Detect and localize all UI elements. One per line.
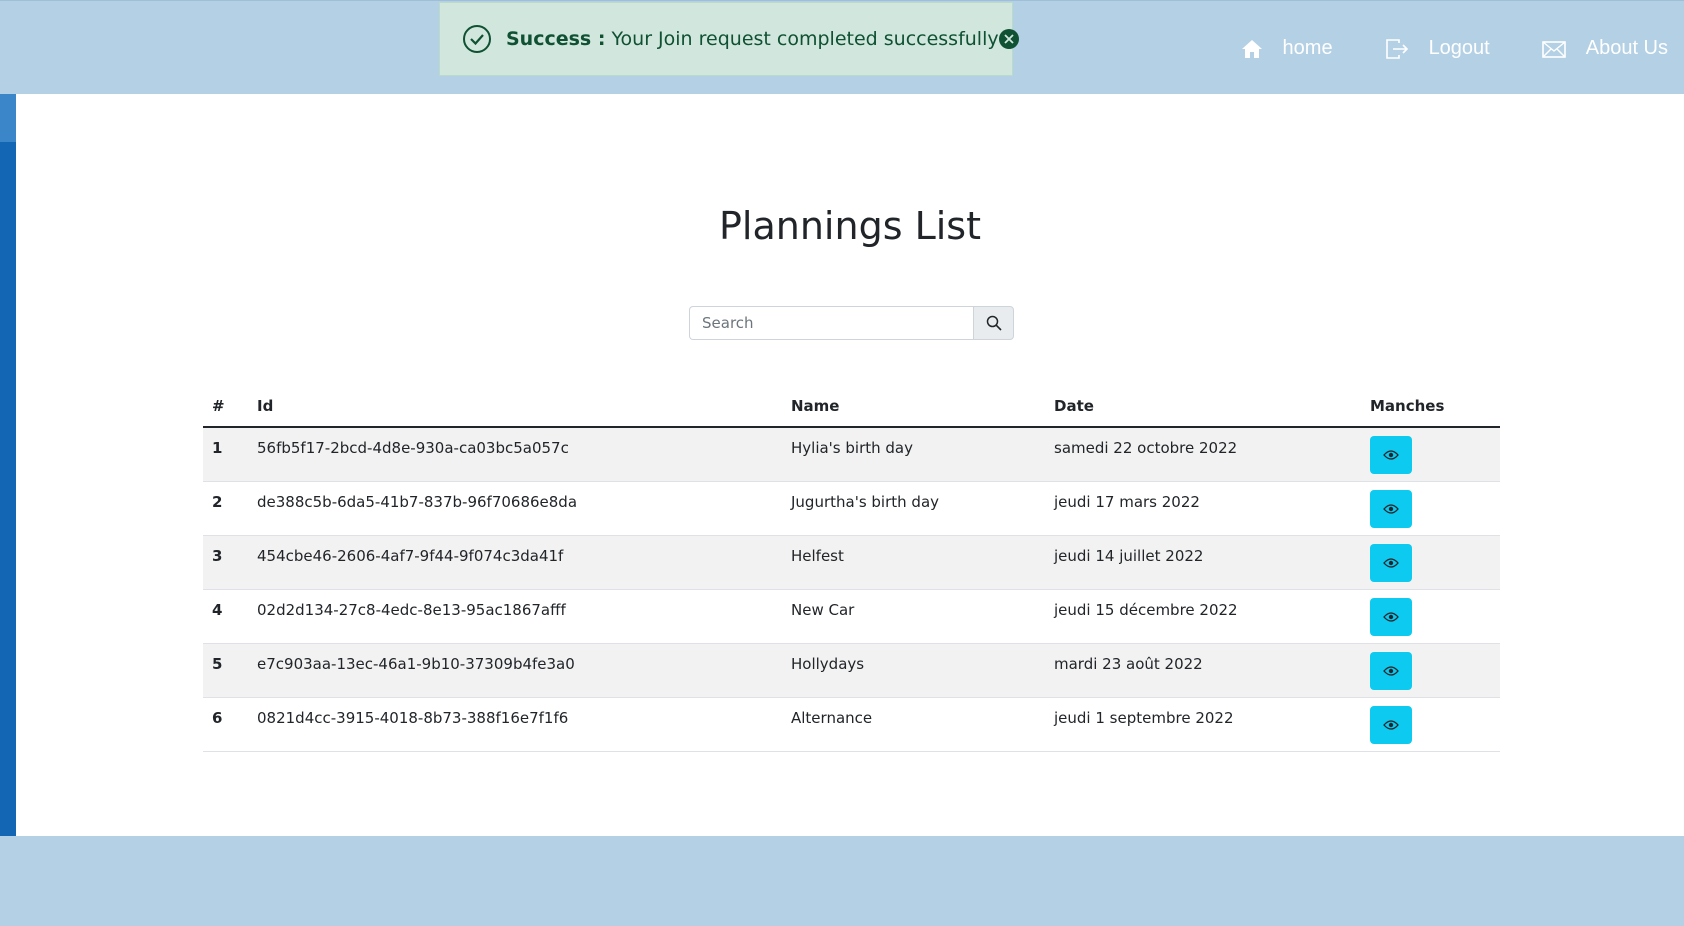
row-name: Helfest xyxy=(782,535,1045,590)
alert-title: Success : xyxy=(506,28,606,50)
row-manches-cell xyxy=(1361,481,1500,536)
table-row: 6 0821d4cc-3915-4018-8b73-388f16e7f1f6 A… xyxy=(203,697,1500,752)
check-circle-icon xyxy=(463,25,491,53)
row-id: 0821d4cc-3915-4018-8b73-388f16e7f1f6 xyxy=(248,697,782,752)
header-manches: Manches xyxy=(1361,386,1500,428)
nav-logout-label: Logout xyxy=(1428,37,1490,59)
alert-message: Your Join request completed successfully xyxy=(611,28,999,50)
row-num: 6 xyxy=(203,697,248,752)
left-sidebar-strip xyxy=(0,94,16,836)
view-manches-button[interactable] xyxy=(1370,489,1412,528)
header-name: Name xyxy=(782,386,1045,428)
nav-home-link[interactable]: home xyxy=(1241,37,1333,60)
header-id: Id xyxy=(248,386,782,428)
table-row: 1 56fb5f17-2bcd-4d8e-930a-ca03bc5a057c H… xyxy=(203,427,1500,482)
row-id: 454cbe46-2606-4af7-9f44-9f074c3da41f xyxy=(248,535,782,590)
table-row: 4 02d2d134-27c8-4edc-8e13-95ac1867afff N… xyxy=(203,589,1500,644)
row-name: Hylia's birth day xyxy=(782,427,1045,482)
row-num: 5 xyxy=(203,643,248,698)
view-manches-button[interactable] xyxy=(1370,436,1412,474)
row-id: 56fb5f17-2bcd-4d8e-930a-ca03bc5a057c xyxy=(248,427,782,482)
nav-home-label: home xyxy=(1282,37,1333,59)
view-manches-button[interactable] xyxy=(1370,651,1412,690)
row-manches-cell xyxy=(1361,535,1500,590)
search-icon xyxy=(986,315,1002,331)
row-manches-cell xyxy=(1361,643,1500,698)
search-input[interactable] xyxy=(689,306,973,340)
row-date: samedi 22 octobre 2022 xyxy=(1045,427,1361,482)
main-content: Plannings List # Id Name Date Manches 1 xyxy=(16,94,1684,836)
row-manches-cell xyxy=(1361,427,1500,482)
view-manches-button[interactable] xyxy=(1370,543,1412,582)
row-date: jeudi 14 juillet 2022 xyxy=(1045,535,1361,590)
alert-close-button[interactable] xyxy=(998,29,1019,49)
view-manches-button[interactable] xyxy=(1370,705,1412,744)
row-id: de388c5b-6da5-41b7-837b-96f70686e8da xyxy=(248,481,782,536)
view-manches-button[interactable] xyxy=(1370,597,1412,636)
plannings-table: # Id Name Date Manches 1 56fb5f17-2bcd-4… xyxy=(203,386,1500,752)
row-date: jeudi 15 décembre 2022 xyxy=(1045,589,1361,644)
row-name: New Car xyxy=(782,589,1045,644)
nav-logout-link[interactable]: Logout xyxy=(1385,37,1490,60)
close-icon xyxy=(1003,34,1014,44)
eye-icon xyxy=(1383,665,1399,676)
row-date: mardi 23 août 2022 xyxy=(1045,643,1361,698)
nav-about-label: About Us xyxy=(1585,37,1668,59)
row-num: 1 xyxy=(203,427,248,482)
header-num: # xyxy=(203,386,248,428)
table-row: 5 e7c903aa-13ec-46a1-9b10-37309b4fe3a0 H… xyxy=(203,643,1500,698)
header-date: Date xyxy=(1045,386,1361,428)
row-date: jeudi 1 septembre 2022 xyxy=(1045,697,1361,752)
row-id: 02d2d134-27c8-4edc-8e13-95ac1867afff xyxy=(248,589,782,644)
row-num: 4 xyxy=(203,589,248,644)
row-manches-cell xyxy=(1361,697,1500,752)
nav-about-link[interactable]: About Us xyxy=(1541,37,1668,60)
eye-icon xyxy=(1383,557,1399,568)
logout-icon xyxy=(1385,38,1408,59)
row-name: Jugurtha's birth day xyxy=(782,481,1045,536)
table-header-row: # Id Name Date Manches xyxy=(203,386,1500,428)
eye-icon xyxy=(1383,719,1399,730)
left-sidebar-accent xyxy=(0,94,16,142)
search-button[interactable] xyxy=(973,306,1014,340)
row-name: Alternance xyxy=(782,697,1045,752)
row-name: Hollydays xyxy=(782,643,1045,698)
alert-text: Success : Your Join request completed suc… xyxy=(506,28,999,50)
table-row: 3 454cbe46-2606-4af7-9f44-9f074c3da41f H… xyxy=(203,535,1500,590)
table-row: 2 de388c5b-6da5-41b7-837b-96f70686e8da J… xyxy=(203,481,1500,536)
envelope-icon xyxy=(1541,40,1566,58)
eye-icon xyxy=(1383,611,1399,622)
row-num: 2 xyxy=(203,481,248,536)
row-date: jeudi 17 mars 2022 xyxy=(1045,481,1361,536)
home-icon xyxy=(1241,39,1262,58)
eye-icon xyxy=(1383,503,1399,514)
row-id: e7c903aa-13ec-46a1-9b10-37309b4fe3a0 xyxy=(248,643,782,698)
row-manches-cell xyxy=(1361,589,1500,644)
row-num: 3 xyxy=(203,535,248,590)
page-title: Plannings List xyxy=(719,204,981,248)
success-alert: Success : Your Join request completed suc… xyxy=(439,2,1019,76)
nav-links: home Logout About Us xyxy=(1241,37,1668,60)
search-group xyxy=(689,306,1014,340)
eye-icon xyxy=(1383,450,1399,460)
